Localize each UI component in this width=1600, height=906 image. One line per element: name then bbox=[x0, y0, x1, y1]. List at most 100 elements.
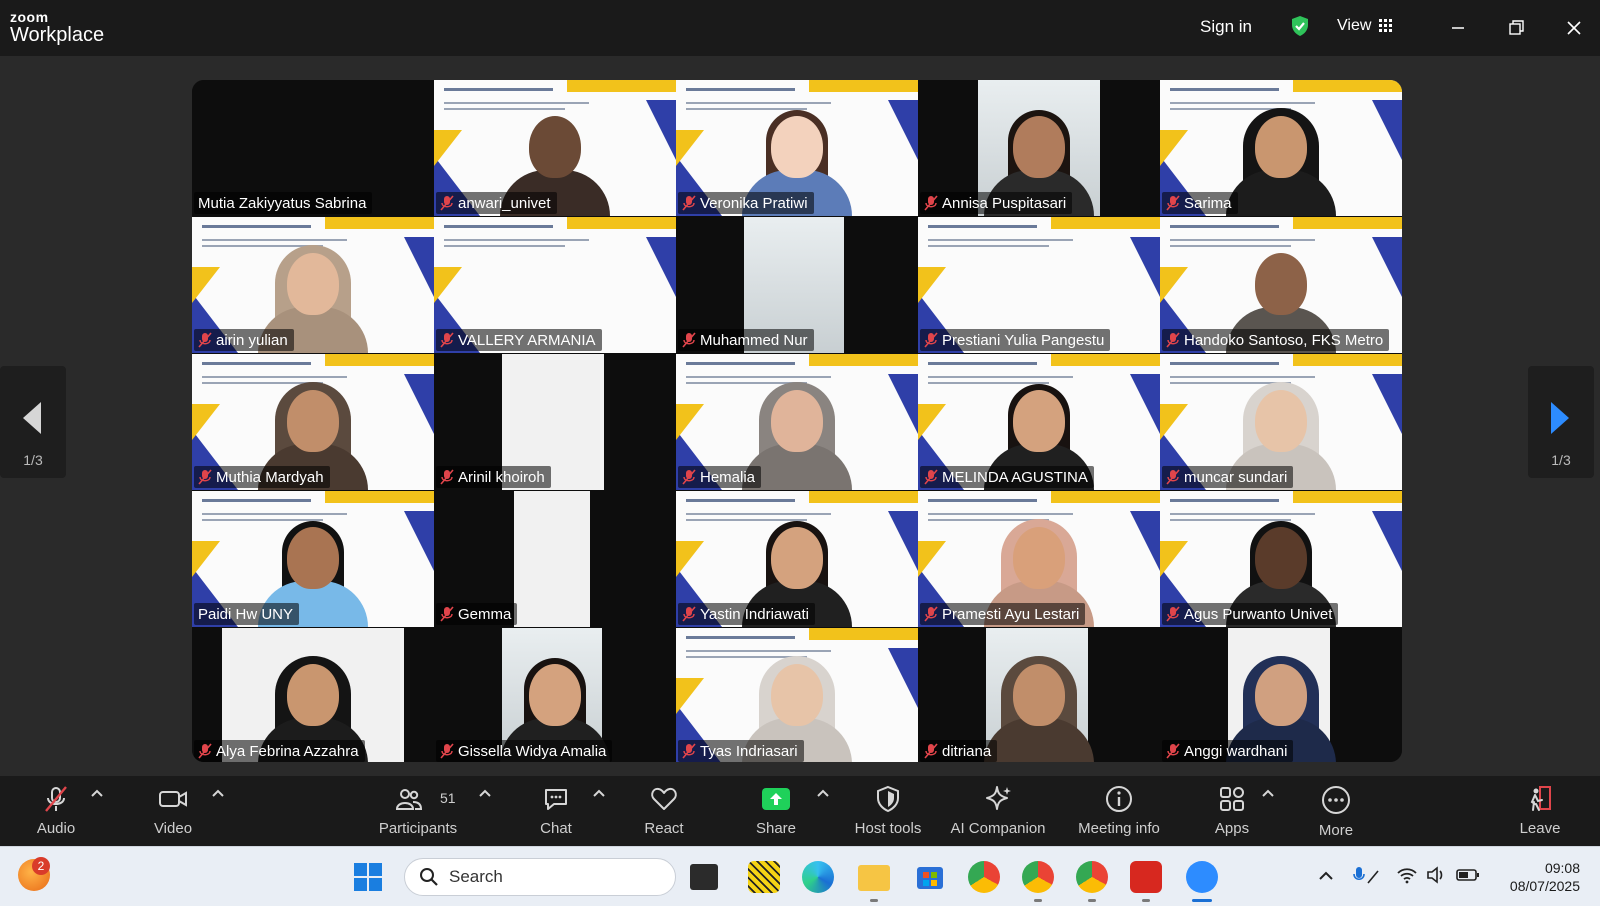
mic-muted-icon bbox=[924, 469, 938, 485]
participant-nameplate: Prestiani Yulia Pangestu bbox=[920, 329, 1111, 351]
host-tools-button[interactable]: Host tools bbox=[838, 784, 938, 837]
meeting-toolbar: Audio Video Participants 51 Chat React S… bbox=[0, 776, 1600, 846]
view-button[interactable]: View bbox=[1337, 17, 1393, 35]
participant-tile[interactable]: Muthia Mardyah bbox=[192, 354, 434, 490]
participant-tile[interactable]: Prestiani Yulia Pangestu bbox=[918, 217, 1160, 353]
microsoft-store-icon[interactable] bbox=[914, 861, 946, 893]
participant-name: Veronika Pratiwi bbox=[700, 194, 808, 212]
participant-tile[interactable]: Arinil khoiroh bbox=[434, 354, 676, 490]
battery-icon[interactable] bbox=[1456, 867, 1480, 883]
participant-tile[interactable]: Gissella Widya Amalia bbox=[434, 628, 676, 762]
grid-icon bbox=[1379, 19, 1393, 32]
participant-tile[interactable]: Tyas Indriasari bbox=[676, 628, 918, 762]
participant-nameplate: anwari_univet bbox=[436, 192, 557, 214]
apps-options-chevron-icon[interactable] bbox=[1261, 788, 1275, 798]
meeting-info-label: Meeting info bbox=[1078, 820, 1160, 837]
participants-label: Participants bbox=[378, 820, 458, 837]
chat-options-chevron-icon[interactable] bbox=[592, 788, 606, 798]
restore-icon[interactable] bbox=[1502, 14, 1530, 42]
participant-tile[interactable]: Sarima bbox=[1160, 80, 1402, 216]
shield-icon bbox=[877, 785, 899, 813]
participant-tile[interactable]: Mutia Zakiyyatus Sabrina bbox=[192, 80, 434, 216]
react-label: React bbox=[644, 820, 684, 837]
close-icon[interactable] bbox=[1560, 14, 1588, 42]
participant-name: Prestiani Yulia Pangestu bbox=[942, 331, 1105, 349]
task-view-icon[interactable] bbox=[690, 864, 718, 890]
camera-feed bbox=[514, 491, 590, 627]
participant-tile[interactable]: Alya Febrina Azzahra bbox=[192, 628, 434, 762]
participant-nameplate: Gemma bbox=[436, 603, 518, 625]
mic-muted-icon bbox=[440, 332, 454, 348]
audio-options-chevron-icon[interactable] bbox=[90, 788, 104, 798]
app-icon-pattern[interactable] bbox=[748, 861, 780, 893]
react-button[interactable]: React bbox=[614, 784, 714, 837]
next-page-button[interactable]: 1/3 bbox=[1528, 366, 1594, 478]
participant-tile[interactable]: muncar sundari bbox=[1160, 354, 1402, 490]
chrome-profile-2-icon[interactable] bbox=[1076, 861, 1108, 893]
mic-input-icon[interactable] bbox=[1352, 865, 1382, 887]
host-tools-label: Host tools bbox=[854, 820, 922, 837]
participant-tile[interactable]: Handoko Santoso, FKS Metro bbox=[1160, 217, 1402, 353]
edge-browser-icon[interactable] bbox=[802, 861, 834, 893]
leave-button[interactable]: Leave bbox=[1494, 784, 1586, 837]
audio-label: Audio bbox=[36, 820, 76, 837]
participant-tile[interactable]: Agus Purwanto Univet bbox=[1160, 491, 1402, 627]
participant-name: ditriana bbox=[942, 742, 992, 760]
zoom-taskbar-icon[interactable] bbox=[1186, 861, 1218, 893]
meeting-info-button[interactable]: Meeting info bbox=[1061, 784, 1177, 837]
participant-tile[interactable]: anwari_univet bbox=[434, 80, 676, 216]
chrome-icon[interactable] bbox=[968, 861, 1000, 893]
participant-nameplate: VALLERY ARMANIA bbox=[436, 329, 602, 351]
participant-nameplate: Alya Febrina Azzahra bbox=[194, 740, 365, 762]
file-explorer-icon[interactable] bbox=[858, 865, 890, 891]
sign-in-button[interactable]: Sign in bbox=[1200, 17, 1252, 37]
participant-tile[interactable]: Hemalia bbox=[676, 354, 918, 490]
volume-icon[interactable] bbox=[1426, 865, 1448, 885]
apps-label: Apps bbox=[1214, 820, 1250, 837]
participant-tile[interactable]: Anggi wardhani bbox=[1160, 628, 1402, 762]
chrome-profile-icon[interactable] bbox=[1022, 861, 1054, 893]
participant-tile[interactable]: Pramesti Ayu Lestari bbox=[918, 491, 1160, 627]
participant-tile[interactable]: VALLERY ARMANIA bbox=[434, 217, 676, 353]
participants-options-chevron-icon[interactable] bbox=[478, 788, 492, 798]
participant-tile[interactable]: Yastin Indriawati bbox=[676, 491, 918, 627]
mic-muted-icon bbox=[682, 195, 696, 211]
brand-bottom: Workplace bbox=[10, 24, 105, 46]
participant-tile[interactable]: ditriana bbox=[918, 628, 1160, 762]
participant-name: Agus Purwanto Univet bbox=[1184, 605, 1333, 623]
participant-tile[interactable]: Gemma bbox=[434, 491, 676, 627]
encryption-shield-icon[interactable] bbox=[1288, 14, 1312, 38]
participant-tile[interactable]: Annisa Puspitasari bbox=[918, 80, 1160, 216]
previous-page-button[interactable]: 1/3 bbox=[0, 366, 66, 478]
participant-tile[interactable]: Veronika Pratiwi bbox=[676, 80, 918, 216]
windows-start-icon[interactable] bbox=[352, 861, 384, 893]
system-clock[interactable]: 09:08 08/07/2025 bbox=[1510, 859, 1580, 895]
participant-tile[interactable]: airin yulian bbox=[192, 217, 434, 353]
show-hidden-icons-chevron-icon[interactable] bbox=[1318, 869, 1334, 881]
minimize-icon[interactable] bbox=[1444, 14, 1472, 42]
share-button[interactable]: Share bbox=[726, 784, 826, 837]
taskbar-search-box[interactable]: Search bbox=[404, 858, 676, 896]
participant-name: Gemma bbox=[458, 605, 512, 623]
info-icon bbox=[1106, 786, 1132, 812]
page-indicator-right: 1/3 bbox=[1551, 452, 1571, 468]
video-options-chevron-icon[interactable] bbox=[211, 788, 225, 798]
share-options-chevron-icon[interactable] bbox=[816, 788, 830, 798]
participant-name: Paidi Hw UNY bbox=[198, 605, 294, 623]
participant-tile[interactable]: MELINDA AGUSTINA bbox=[918, 354, 1160, 490]
chat-button[interactable]: Chat bbox=[506, 784, 606, 837]
participant-nameplate: Tyas Indriasari bbox=[678, 740, 804, 762]
wifi-icon[interactable] bbox=[1396, 865, 1418, 885]
more-button[interactable]: More bbox=[1286, 784, 1386, 839]
participant-tile[interactable]: Muhammed Nur bbox=[676, 217, 918, 353]
video-grid: Mutia Zakiyyatus Sabrina anwari_univet Ver… bbox=[192, 80, 1402, 762]
participant-name: Annisa Puspitasari bbox=[942, 194, 1067, 212]
title-bar: zoom Workplace Sign in View bbox=[0, 0, 1600, 56]
video-button[interactable]: Video bbox=[123, 784, 223, 837]
share-screen-icon bbox=[762, 788, 790, 810]
ai-companion-button[interactable]: AI Companion bbox=[938, 784, 1058, 837]
acrobat-icon[interactable] bbox=[1130, 861, 1162, 893]
search-icon bbox=[420, 868, 438, 886]
clock-date: 08/07/2025 bbox=[1509, 878, 1580, 894]
participant-tile[interactable]: Paidi Hw UNY bbox=[192, 491, 434, 627]
